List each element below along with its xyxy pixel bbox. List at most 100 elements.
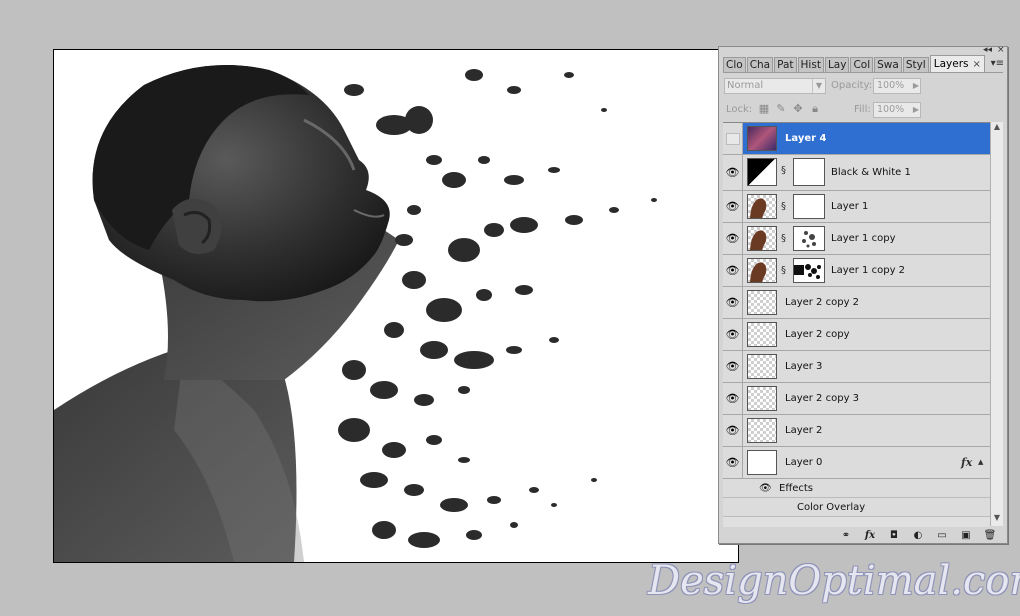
visibility-toggle[interactable]: 👁︎ — [723, 351, 743, 382]
lock-position-icon[interactable]: ✥ — [792, 103, 804, 115]
close-panel-icon[interactable]: × — [997, 45, 1005, 55]
new-adjustment-layer-icon[interactable]: ◐ — [911, 530, 925, 542]
layer-list: Layer 4 👁︎ § Black & White 1 👁︎ § Layer … — [723, 122, 990, 527]
scroll-down-arrow-icon[interactable]: ▼ — [991, 513, 1003, 526]
eye-icon[interactable]: 👁︎ — [759, 479, 772, 497]
layer-row-layer-2[interactable]: 👁︎ Layer 2 — [723, 415, 990, 447]
layer-name[interactable]: Layer 0 — [785, 447, 822, 478]
visibility-toggle[interactable]: 👁︎ — [723, 287, 743, 318]
panel-bottom-toolbar: ⚭ fx ◘ ◐ ▭ ▣ 🗑︎ — [723, 529, 1003, 542]
visibility-toggle[interactable]: 👁︎ — [723, 415, 743, 446]
panel-tab-strip: Clo Cha Pat Hist Lay Col Swa Styl Layers… — [723, 55, 1003, 73]
layers-panel: ◂◂ × Clo Cha Pat Hist Lay Col Swa Styl L… — [718, 45, 1008, 544]
close-tab-icon[interactable]: × — [972, 59, 980, 70]
layer-name[interactable]: Layer 1 copy 2 — [831, 255, 905, 286]
layer-row-layer-2-copy[interactable]: 👁︎ Layer 2 copy — [723, 319, 990, 351]
eye-icon: 👁︎ — [725, 360, 740, 373]
link-layers-icon[interactable]: ⚭ — [839, 530, 853, 542]
document-canvas[interactable] — [53, 49, 739, 563]
layer-row-layer-2-copy-3[interactable]: 👁︎ Layer 2 copy 3 — [723, 383, 990, 415]
layer-mask-thumbnail[interactable] — [793, 158, 825, 186]
expand-effects-arrow-icon[interactable]: ▲ — [978, 458, 983, 466]
layer-name[interactable]: Layer 2 — [785, 415, 822, 446]
blend-options-row: Normal ▼ Opacity: 100% ▶ — [724, 76, 1002, 96]
effect-item-row[interactable]: Color Overlay — [723, 498, 990, 517]
layer-name[interactable]: Layer 2 copy — [785, 319, 849, 350]
opacity-input[interactable]: 100% ▶ — [873, 78, 921, 94]
tab-color[interactable]: Col — [850, 57, 874, 72]
layer-list-scrollbar[interactable]: ▲ ▼ — [990, 122, 1003, 526]
blend-mode-select[interactable]: Normal ▼ — [724, 78, 826, 94]
eye-icon: 👁︎ — [725, 264, 740, 277]
layer-row-layer-3[interactable]: 👁︎ Layer 3 — [723, 351, 990, 383]
layer-mask-thumbnail[interactable] — [793, 194, 825, 219]
chain-link-icon[interactable]: § — [781, 265, 789, 277]
layer-mask-thumbnail[interactable] — [793, 258, 825, 283]
chevron-right-icon[interactable]: ▶ — [913, 79, 919, 93]
layer-name[interactable]: Layer 1 — [831, 191, 868, 222]
fill-input[interactable]: 100% ▶ — [873, 102, 921, 118]
fill-value: 100% — [877, 104, 905, 115]
visibility-toggle[interactable]: 👁︎ — [723, 255, 743, 286]
tab-history[interactable]: Hist — [797, 57, 824, 72]
scroll-up-arrow-icon[interactable]: ▲ — [991, 122, 1003, 135]
new-group-folder-icon[interactable]: ▭ — [935, 530, 949, 542]
delete-layer-trash-icon[interactable]: 🗑︎ — [983, 530, 997, 542]
layer-row-layer-1[interactable]: 👁︎ § Layer 1 — [723, 191, 990, 223]
tab-swatches[interactable]: Swa — [874, 57, 902, 72]
layer-name[interactable]: Layer 4 — [785, 123, 826, 154]
add-mask-icon[interactable]: ◘ — [887, 530, 901, 542]
layer-thumbnail — [747, 258, 777, 283]
tab-layers-label: Layers — [933, 58, 969, 70]
chain-link-icon[interactable]: § — [781, 201, 789, 213]
layer-thumbnail — [747, 290, 777, 315]
layer-row-black-white-1[interactable]: 👁︎ § Black & White 1 — [723, 155, 990, 191]
tab-layers[interactable]: Layers × — [929, 55, 985, 72]
lock-transparency-icon[interactable]: ▦ — [758, 103, 770, 115]
layer-name[interactable]: Layer 1 copy — [831, 223, 895, 254]
lock-image-pixels-icon[interactable]: ✎ — [775, 103, 787, 115]
visibility-toggle[interactable] — [723, 123, 743, 154]
layer-name[interactable]: Black & White 1 — [831, 155, 911, 190]
adjustment-layer-icon — [747, 158, 777, 186]
layer-name[interactable]: Layer 2 copy 3 — [785, 383, 859, 414]
eye-icon: 👁︎ — [725, 200, 740, 213]
tab-paths[interactable]: Pat — [774, 57, 797, 72]
tab-clone-source[interactable]: Clo — [723, 57, 746, 72]
visibility-toggle[interactable]: 👁︎ — [723, 383, 743, 414]
tab-layer-comps[interactable]: Lay — [824, 57, 850, 72]
chevron-right-icon[interactable]: ▶ — [913, 103, 919, 117]
chain-link-icon[interactable]: § — [781, 165, 789, 177]
blend-mode-value: Normal — [727, 80, 764, 91]
lock-icons-group: ▦ ✎ ✥ 🔒︎ — [758, 103, 821, 115]
layer-name[interactable]: Layer 3 — [785, 351, 822, 382]
tab-styles[interactable]: Styl — [902, 57, 929, 72]
lock-all-icon[interactable]: 🔒︎ — [809, 103, 821, 115]
layer-mask-thumbnail[interactable] — [793, 226, 825, 251]
collapse-panel-icon[interactable]: ◂◂ — [983, 45, 992, 55]
layer-row-layer-1-copy[interactable]: 👁︎ § Layer 1 copy — [723, 223, 990, 255]
eye-icon: 👁︎ — [725, 296, 740, 309]
layer-name[interactable]: Layer 2 copy 2 — [785, 287, 859, 318]
fx-badge-icon[interactable]: fx — [961, 456, 972, 469]
visibility-toggle[interactable]: 👁︎ — [723, 447, 743, 478]
new-layer-icon[interactable]: ▣ — [959, 530, 973, 542]
visibility-toggle[interactable]: 👁︎ — [723, 223, 743, 254]
layer-thumbnail — [747, 386, 777, 411]
visibility-toggle[interactable]: 👁︎ — [723, 319, 743, 350]
panel-menu-icon[interactable]: ▾≡ — [991, 58, 1004, 69]
effects-label: Effects — [779, 482, 813, 494]
visibility-toggle[interactable]: 👁︎ — [723, 155, 743, 190]
opacity-label: Opacity: — [831, 80, 873, 91]
add-layer-style-icon[interactable]: fx — [863, 530, 877, 542]
chain-link-icon[interactable]: § — [781, 233, 789, 245]
layer-row-layer-2-copy-2[interactable]: 👁︎ Layer 2 copy 2 — [723, 287, 990, 319]
tab-character[interactable]: Cha — [746, 57, 774, 72]
layer-row-layer-4[interactable]: Layer 4 — [723, 123, 990, 155]
effects-group-row[interactable]: 👁︎ Effects — [723, 479, 990, 498]
layer-row-layer-0[interactable]: 👁︎ Layer 0 fx ▲ — [723, 447, 990, 479]
visibility-toggle[interactable]: 👁︎ — [723, 191, 743, 222]
layer-row-layer-1-copy-2[interactable]: 👁︎ § Layer 1 copy 2 — [723, 255, 990, 287]
panel-title-bar[interactable]: ◂◂ × — [719, 45, 1007, 55]
eye-icon: 👁︎ — [725, 456, 740, 469]
